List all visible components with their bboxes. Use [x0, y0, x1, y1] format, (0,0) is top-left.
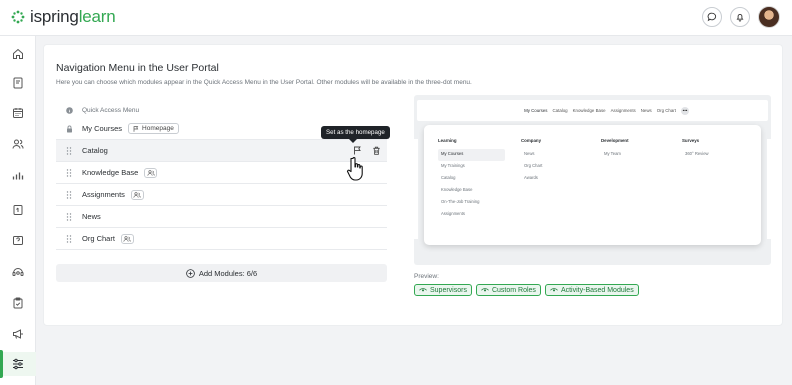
- list-item-label: My Courses: [82, 124, 123, 133]
- logo-text: ispringlearn: [30, 7, 116, 26]
- lock-icon: [66, 125, 72, 132]
- question-icon[interactable]: [0, 229, 36, 253]
- preview-column-surveys: Surveys 360° Review: [682, 138, 709, 156]
- megaphone-icon[interactable]: [0, 322, 36, 346]
- more-dots-icon: •••: [681, 106, 689, 115]
- ispring-logo[interactable]: ispringlearn: [10, 7, 116, 27]
- role-chip-supervisors[interactable]: Supervisors: [414, 284, 472, 296]
- eye-icon: [481, 288, 489, 292]
- roles-icon: [130, 189, 144, 200]
- eye-icon: [419, 288, 427, 292]
- list-item[interactable]: Org Chart: [56, 228, 387, 250]
- preview-column-learning: Learning My Courses My Trainings Catalog…: [438, 138, 505, 221]
- delete-icon[interactable]: [372, 146, 381, 155]
- drag-handle-icon[interactable]: [56, 212, 82, 221]
- list-item-label: News: [82, 212, 101, 221]
- list-item[interactable]: Assignments: [56, 184, 387, 206]
- drag-handle-icon[interactable]: [56, 146, 82, 155]
- plus-circle-icon: [186, 268, 195, 278]
- list-item-label: Knowledge Base: [82, 168, 139, 177]
- list-item[interactable]: Catalog: [56, 140, 387, 162]
- role-filters: Supervisors Custom Roles Activity-Based …: [414, 284, 639, 296]
- add-modules-button[interactable]: Add Modules: 6/6: [56, 264, 387, 282]
- page-subtitle: Here you can choose which modules appear…: [56, 79, 472, 86]
- role-chip-custom-roles[interactable]: Custom Roles: [475, 284, 541, 296]
- settings-card: Navigation Menu in the User Portal Here …: [43, 44, 783, 326]
- homepage-tooltip: Set as the homepage: [321, 126, 390, 143]
- list-item-label: Org Chart: [82, 234, 115, 243]
- support-icon[interactable]: [0, 260, 36, 284]
- roles-icon: [120, 233, 134, 244]
- homepage-badge: Homepage: [128, 123, 179, 134]
- preview-top-nav: My Courses Catalog Knowledge Base Assign…: [417, 100, 768, 121]
- preview-column-development: Development My Team: [601, 138, 629, 156]
- avatar[interactable]: [758, 6, 780, 28]
- chat-icon[interactable]: [702, 7, 722, 27]
- list-item[interactable]: News: [56, 206, 387, 228]
- users-icon[interactable]: [0, 132, 36, 156]
- list-header-label: Quick Access Menu: [82, 106, 140, 114]
- preview-label: Preview:: [414, 273, 439, 280]
- top-bar: ispringlearn: [0, 0, 792, 36]
- info-icon: [65, 106, 73, 114]
- home-icon[interactable]: [0, 42, 36, 66]
- bell-icon[interactable]: [730, 7, 750, 27]
- hand-cursor-icon: [347, 157, 363, 181]
- role-chip-activity-based-modules[interactable]: Activity-Based Modules: [544, 284, 639, 296]
- drag-handle-icon[interactable]: [56, 190, 82, 199]
- drag-handle-icon[interactable]: [56, 168, 82, 177]
- preview-column-company: Company News Org Chart Awards: [521, 138, 543, 180]
- portal-preview: My Courses Catalog Knowledge Base Assign…: [414, 95, 771, 265]
- calendar-icon[interactable]: [0, 101, 36, 125]
- flag-icon: [133, 125, 139, 132]
- page-title: Navigation Menu in the User Portal: [56, 62, 219, 74]
- clipboard-icon[interactable]: [0, 291, 36, 315]
- list-item-label: Assignments: [82, 190, 125, 199]
- reports-icon[interactable]: [0, 163, 36, 187]
- eye-icon: [550, 288, 558, 292]
- drag-handle-icon[interactable]: [56, 234, 82, 243]
- list-item[interactable]: Knowledge Base: [56, 162, 387, 184]
- preview-dropdown-menu: Learning My Courses My Trainings Catalog…: [424, 125, 761, 245]
- document-icon[interactable]: [0, 198, 36, 222]
- roles-icon: [144, 167, 158, 178]
- set-homepage-flag-icon[interactable]: [353, 146, 362, 155]
- module-list: Quick Access Menu My Courses Homepage Ca…: [56, 102, 387, 250]
- list-header: Quick Access Menu: [56, 102, 387, 118]
- sidebar: [0, 36, 36, 385]
- book-icon[interactable]: [0, 71, 36, 95]
- settings-sliders-icon[interactable]: [0, 350, 36, 378]
- logo-mark-icon: [11, 10, 25, 24]
- list-item-label: Catalog: [82, 146, 108, 155]
